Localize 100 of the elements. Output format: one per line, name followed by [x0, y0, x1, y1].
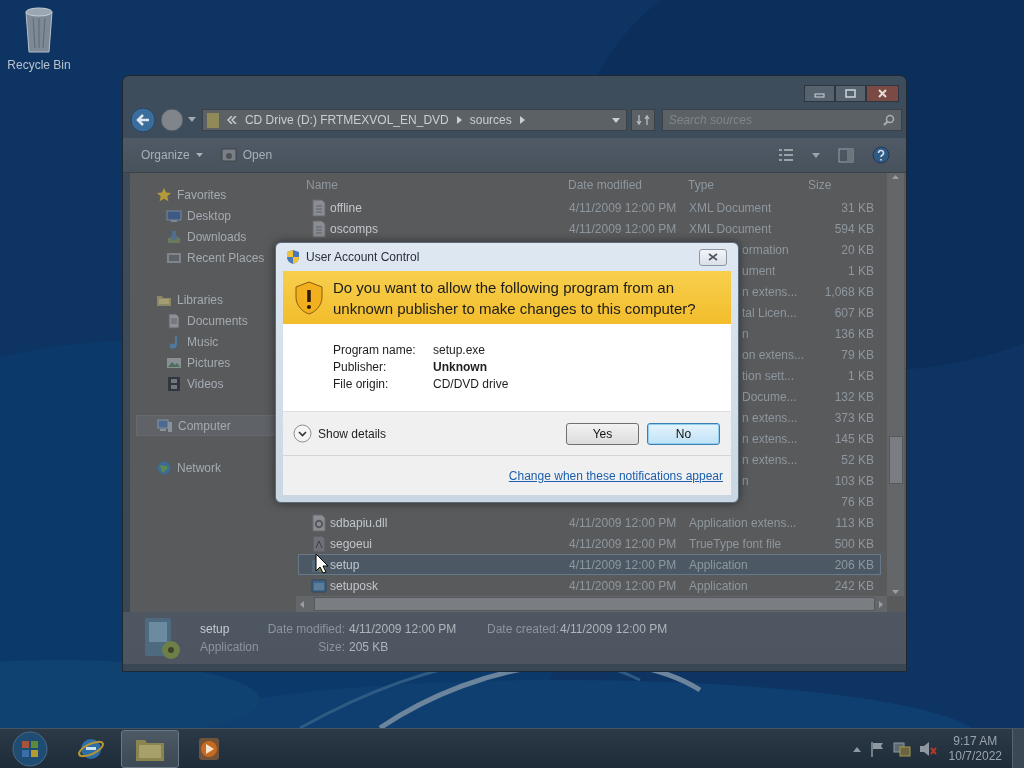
- help-icon[interactable]: [872, 146, 890, 164]
- scroll-left-arrow-icon[interactable]: [300, 600, 304, 608]
- dropdown-caret-icon[interactable]: [611, 117, 620, 123]
- warning-shield-icon: [294, 280, 324, 315]
- dropdown-caret-icon[interactable]: [188, 117, 196, 124]
- file-type: Docume...: [742, 389, 797, 404]
- close-button[interactable]: [866, 85, 899, 102]
- file-date: 4/11/2009 12:00 PM: [569, 515, 678, 530]
- dialog-question: Do you want to allow the following program from an unknown publisher to make changes to this computer?: [333, 277, 697, 319]
- view-list-icon[interactable]: [778, 148, 794, 162]
- breadcrumb-arrow-icon[interactable]: [519, 116, 525, 125]
- horizontal-scrollbar[interactable]: [296, 596, 887, 613]
- detail-label: Date modified:: [267, 622, 345, 637]
- show-hidden-icons-icon[interactable]: [852, 745, 861, 752]
- file-size: 145 KB: [833, 431, 874, 446]
- organize-menu[interactable]: Organize: [141, 148, 203, 162]
- open-button[interactable]: Open: [220, 147, 273, 163]
- refresh-button[interactable]: [630, 109, 655, 132]
- file-name: oscomps: [330, 221, 379, 236]
- file-type: n extens...: [742, 452, 798, 467]
- file-row[interactable]: offline 4/11/2009 12:00 PM XML Document 31 KB: [298, 197, 881, 219]
- field-label: Program name:: [333, 343, 417, 358]
- file-date: 4/11/2009 12:00 PM: [569, 536, 678, 551]
- file-size: 206 KB: [833, 557, 874, 572]
- flag-icon[interactable]: [868, 740, 885, 757]
- no-button[interactable]: No: [647, 422, 720, 445]
- file-date: 4/11/2009 12:00 PM: [569, 557, 678, 572]
- file-size: 242 KB: [833, 578, 874, 593]
- clock[interactable]: 9:17 AM 10/7/2022: [948, 733, 1002, 764]
- shield-icon: [285, 249, 301, 265]
- file-type: on extens...: [742, 347, 805, 362]
- file-date: 4/11/2009 12:00 PM: [569, 578, 678, 593]
- clock-time: 9:17 AM: [953, 733, 998, 749]
- nav-item[interactable]: Downloads: [136, 226, 292, 248]
- file-type: tion sett...: [742, 368, 795, 383]
- breadcrumb[interactable]: CD Drive (D:) FRTMEXVOL_EN_DVD: [244, 113, 449, 128]
- desktop-icon[interactable]: Recycle Bin: [4, 6, 74, 72]
- file-type: Application extens...: [689, 515, 798, 530]
- nav-item[interactable]: Favorites: [136, 184, 292, 206]
- document-icon: [311, 198, 327, 217]
- refresh-arrows-icon: [635, 113, 650, 128]
- scroll-right-arrow-icon[interactable]: [879, 600, 883, 608]
- column-header[interactable]: Size: [798, 178, 873, 193]
- show-details-toggle[interactable]: Show details: [293, 424, 558, 443]
- settings-link[interactable]: Change when these notifications appear: [508, 468, 723, 483]
- file-row[interactable]: segoeui 4/11/2009 12:00 PM TrueType font file 500 KB: [298, 533, 881, 555]
- detail-value: 4/11/2009 12:00 PM: [348, 622, 458, 637]
- window-title: User Account Control: [306, 250, 421, 264]
- network-icon[interactable]: [892, 739, 911, 758]
- file-type: XML Document: [689, 221, 773, 236]
- file-type: n: [742, 326, 749, 341]
- field-value: Unknown: [433, 360, 488, 375]
- yes-button[interactable]: Yes: [566, 422, 639, 445]
- vertical-scrollbar[interactable]: [887, 173, 904, 597]
- file-type: ormation: [742, 242, 789, 257]
- breadcrumb-arrow-icon[interactable]: [456, 116, 462, 125]
- address-bar[interactable]: CD Drive (D:) FRTMEXVOL_EN_DVD sources: [201, 109, 627, 132]
- back-button[interactable]: [130, 107, 156, 134]
- maximize-icon: [845, 89, 856, 98]
- chevron-down-icon: [293, 424, 312, 443]
- file-type: n: [742, 473, 749, 488]
- scroll-thumb[interactable]: [314, 597, 875, 612]
- file-size: 1 KB: [847, 263, 874, 278]
- file-type: n extens...: [742, 284, 798, 299]
- file-row[interactable]: setup 4/11/2009 12:00 PM Application 206 KB: [298, 554, 881, 576]
- file-type: XML Document: [689, 200, 773, 215]
- column-header[interactable]: Type: [688, 178, 798, 193]
- detail-label: Date created:: [487, 622, 556, 637]
- file-size: 76 KB: [840, 494, 874, 509]
- close-icon: [708, 253, 718, 261]
- taskbar-button[interactable]: [121, 729, 179, 768]
- file-size: 607 KB: [833, 305, 874, 320]
- field-value: CD/DVD drive: [433, 377, 510, 392]
- star-icon: [156, 186, 172, 203]
- file-type: n extens...: [742, 410, 798, 425]
- file-type: tal Licen...: [742, 305, 797, 320]
- caret-icon[interactable]: [812, 152, 820, 158]
- maximize-button[interactable]: [835, 85, 866, 102]
- file-type: Application: [689, 557, 749, 572]
- file-row[interactable]: setuposk 4/11/2009 12:00 PM Application 242 KB: [298, 575, 881, 597]
- close-button[interactable]: [699, 248, 727, 266]
- column-header[interactable]: Name: [306, 178, 568, 193]
- file-date: 4/11/2009 12:00 PM: [569, 221, 678, 236]
- file-row[interactable]: oscomps 4/11/2009 12:00 PM XML Document 594 KB: [298, 218, 881, 240]
- file-size: 113 KB: [834, 515, 874, 530]
- file-size: 132 KB: [833, 389, 874, 404]
- file-name: sdbapiu.dll: [330, 515, 388, 530]
- detail-value: 205 KB: [348, 640, 390, 655]
- field-value: setup.exe: [433, 343, 487, 358]
- field-label: Publisher:: [333, 360, 388, 375]
- nav-item[interactable]: Desktop: [136, 205, 292, 227]
- file-name: setup: [330, 557, 360, 572]
- file-row[interactable]: sdbapiu.dll 4/11/2009 12:00 PM Application extens... 113 KB: [298, 512, 881, 534]
- minimize-button[interactable]: [804, 85, 835, 102]
- speaker-muted-icon[interactable]: [918, 740, 937, 757]
- scroll-up-arrow-icon[interactable]: [892, 175, 899, 180]
- scroll-thumb[interactable]: [888, 435, 903, 484]
- column-header[interactable]: Date modified: [568, 178, 688, 193]
- scroll-down-arrow-icon[interactable]: [892, 590, 899, 595]
- breadcrumb[interactable]: sources: [469, 113, 512, 128]
